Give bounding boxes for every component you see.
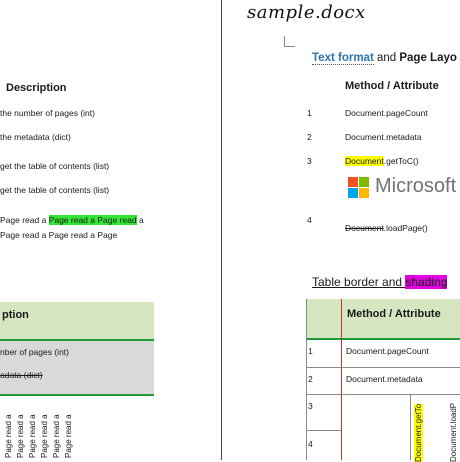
heading-table-border: Table border and <box>312 275 406 289</box>
table2-right-row2-num: 2 <box>308 374 313 384</box>
table2-row-border-1 <box>306 367 460 368</box>
left-row-3: get the table of contents (list) <box>0 161 110 171</box>
rotated-gettoc-text: Document.getTo <box>414 403 423 462</box>
table1-row4-text: Document.loadPage() <box>345 223 428 233</box>
table2-header-band <box>0 302 154 340</box>
table1-row4-num: 4 <box>307 215 312 225</box>
left-row-1: the number of pages (int) <box>0 108 95 118</box>
paragraph-text: Page read a <box>0 215 49 225</box>
table2-row-2: adata (dict) <box>0 370 43 380</box>
table1-row2-text: Document.metadata <box>345 132 422 142</box>
table2-rotated-loadpage: Document.loadP <box>449 402 458 462</box>
table2-left-border <box>306 299 307 460</box>
table-header-description: Description <box>6 82 67 94</box>
heading-page-layout: Page Layo <box>399 52 457 64</box>
table2-bottom-rule <box>0 394 154 396</box>
table2-right-row3-num: 3 <box>308 401 313 411</box>
rotated-text-2: Page read a <box>16 414 25 458</box>
rotated-text-1: Page read a <box>4 414 13 458</box>
table2-rotated-gettoc: Document.getTo <box>414 403 423 462</box>
section-heading-1: Text format and Page Layo <box>312 52 457 65</box>
left-page: Description the number of pages (int) th… <box>0 0 222 460</box>
table2-right-header: Method / Attribute <box>347 308 441 320</box>
heading-and: and <box>373 52 400 64</box>
rotated-text-4: Page read a <box>40 414 49 458</box>
section-heading-2: Table border and shading <box>312 275 448 289</box>
table1-row3-num: 3 <box>307 156 312 166</box>
table1-row2-num: 2 <box>307 132 312 142</box>
microsoft-logo-icon <box>348 177 370 199</box>
document-title: sample.docx <box>247 2 366 23</box>
table2-row-border-2 <box>306 394 460 395</box>
table1-row1-num: 1 <box>307 108 312 118</box>
table2-right-header-rule <box>306 338 460 340</box>
table2-column-divider <box>341 299 342 460</box>
row4-rest: .loadPage() <box>383 223 428 233</box>
rotated-text-6: Page read a <box>64 414 73 458</box>
rotated-text-5: Page read a <box>52 414 61 458</box>
table2-right-row1-num: 1 <box>308 346 313 356</box>
table1-row1-text: Document.pageCount <box>345 108 428 118</box>
table2-subcolumn-divider <box>410 395 411 460</box>
table2-right-row1-text: Document.pageCount <box>346 346 429 356</box>
heading-shading: shading <box>405 275 448 289</box>
left-paragraph-line2: Page read a Page read a Page <box>0 230 118 240</box>
yellow-highlight-text: Document <box>345 156 384 166</box>
table2-right-row4-num: 4 <box>308 439 313 449</box>
microsoft-logo-text: Microsoft <box>375 175 457 197</box>
table2-row-1: nber of pages (int) <box>0 347 69 357</box>
paragraph-text-end: a <box>136 215 144 225</box>
page-divider-left <box>221 0 222 460</box>
row3-rest: .getToC() <box>383 156 419 166</box>
page-margin-mark <box>284 36 295 47</box>
rotated-text-3: Page read a <box>28 414 37 458</box>
left-row-2: the metadata (dict) <box>0 132 71 142</box>
left-row-4: get the table of contents (list) <box>0 185 110 195</box>
table1-header: Method / Attribute <box>345 80 439 92</box>
green-highlight-text: Page read a Page read <box>48 215 137 225</box>
table2-header-label: ption <box>2 309 29 321</box>
left-paragraph-line1: Page read a Page read a Page read a <box>0 215 144 225</box>
table1-row3-text: Document.getToC() <box>345 156 419 166</box>
page-gap <box>222 0 230 460</box>
strikethrough-text: Document <box>345 223 384 233</box>
heading-text-format: Text format <box>312 52 374 65</box>
table2-row-border-3 <box>306 430 341 431</box>
table2-right-row2-text: Document.metadata <box>346 374 423 384</box>
